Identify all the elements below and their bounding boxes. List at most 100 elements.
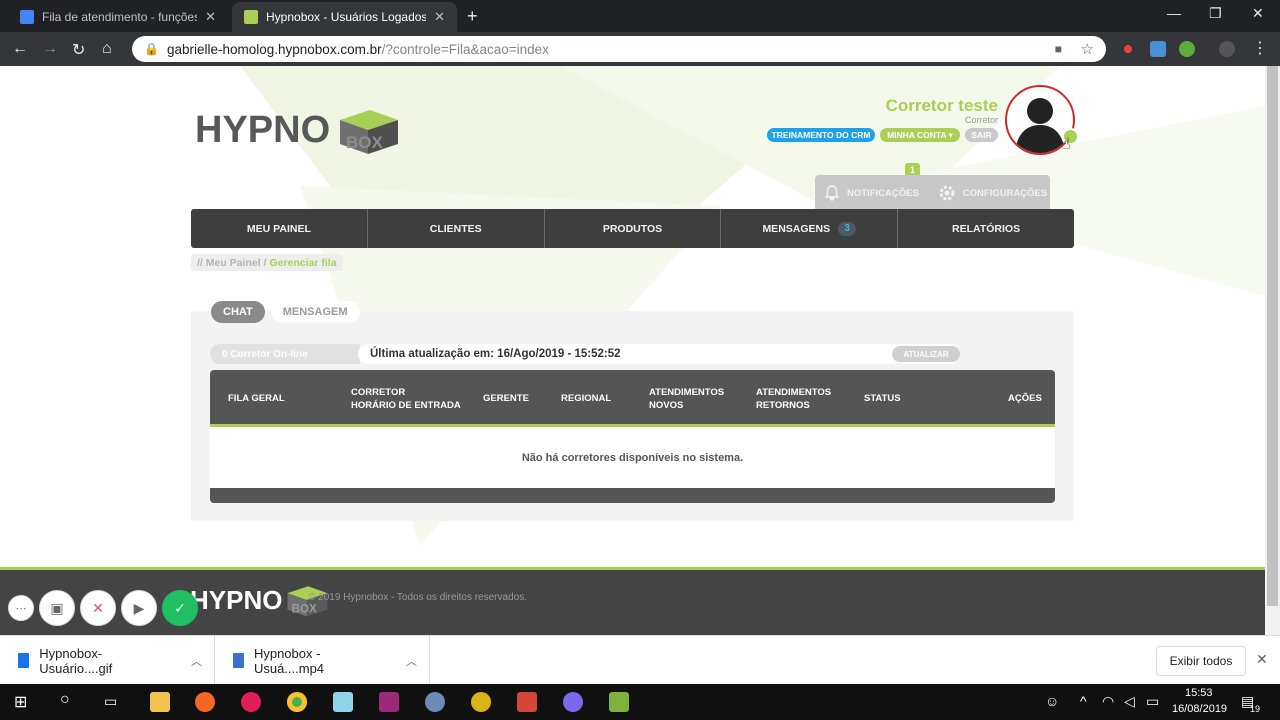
notifications-button[interactable]: NOTIFICAÇÕES: [823, 184, 919, 202]
column-header[interactable]: STATUS: [864, 370, 901, 427]
keyboard-icon[interactable]: ▭: [1146, 693, 1159, 710]
download-item[interactable]: Hypnobox-Usuário....gif ︿: [0, 636, 215, 685]
column-header[interactable]: FILA GERAL: [228, 370, 285, 427]
chevron-up-icon[interactable]: ︿: [191, 653, 202, 669]
people-icon[interactable]: ☺: [1045, 693, 1059, 709]
column-header[interactable]: ATENDIMENTOS NOVOS: [649, 370, 724, 427]
tab-title: Fila de atendimento - funções m: [42, 10, 198, 24]
nav-item-clientes[interactable]: CLIENTES: [368, 209, 545, 248]
bookmark-star-icon[interactable]: ☆: [1081, 40, 1094, 58]
column-header[interactable]: REGIONAL: [561, 370, 611, 427]
file-icon: [18, 653, 30, 668]
nav-label: MEU PAINEL: [246, 222, 311, 235]
close-tab-icon[interactable]: ✕: [205, 9, 216, 25]
winrar-icon[interactable]: [379, 692, 399, 712]
scrollbar-thumb[interactable]: [1267, 66, 1278, 606]
column-header[interactable]: AÇÕES: [1008, 370, 1042, 427]
minimize-icon[interactable]: —: [1167, 5, 1181, 21]
svg-text:BOX: BOX: [292, 602, 317, 615]
app-icon[interactable]: [471, 692, 491, 712]
tab-chat[interactable]: CHAT: [211, 301, 265, 323]
refresh-button[interactable]: ATUALIZAR: [892, 346, 960, 362]
chrome-icon[interactable]: [287, 692, 307, 712]
volume-icon[interactable]: ◁: [1124, 693, 1135, 710]
app-icon[interactable]: [195, 692, 215, 712]
recorder-pause-button[interactable]: ▶: [121, 590, 157, 626]
lock-icon: 🔒: [144, 42, 159, 56]
wifi-icon[interactable]: ◠: [1102, 693, 1114, 710]
chevron-up-icon[interactable]: ︿: [406, 653, 417, 669]
page-scrollbar[interactable]: [1265, 66, 1280, 635]
breadcrumb: // Meu Painel / Gerenciar fila: [191, 254, 343, 271]
hypnobox-favicon-icon: [244, 10, 258, 24]
app-icon[interactable]: [425, 692, 445, 712]
close-download-bar-icon[interactable]: ✕: [1256, 651, 1268, 668]
task-view-icon[interactable]: ▭: [104, 693, 117, 710]
url-path: /?controle=Fila&acao=index: [381, 41, 549, 57]
clock-date[interactable]: 16/08/2019: [1172, 703, 1227, 715]
profile-icon[interactable]: [1219, 41, 1235, 57]
nav-item-mensagens[interactable]: MENSAGENS 3: [721, 209, 899, 248]
home-icon[interactable]: ⌂: [102, 40, 112, 58]
clock-time[interactable]: 15:53: [1185, 687, 1213, 699]
maximize-icon[interactable]: ❐: [1209, 5, 1222, 22]
tab-title: Hypnobox - Usuários Logados: [266, 10, 427, 24]
breadcrumb-current: Gerenciar fila: [269, 256, 337, 269]
training-link[interactable]: TREINAMENTO DO CRM: [767, 128, 875, 142]
column-header[interactable]: GERENTE: [483, 370, 529, 427]
file-icon: [233, 653, 244, 668]
windows-start-icon[interactable]: ⊞: [14, 692, 27, 712]
browser-tab-fila[interactable]: Fila de atendimento - funções m ✕: [8, 2, 228, 32]
user-role: Corretor: [964, 115, 998, 125]
chevron-up-icon[interactable]: ^: [1080, 693, 1087, 709]
new-tab-icon[interactable]: +: [467, 6, 478, 27]
recorder-more-button[interactable]: ⋯: [8, 595, 34, 621]
logout-link[interactable]: SAIR: [965, 128, 998, 142]
recorder-webcam-button[interactable]: ▣: [39, 590, 75, 626]
download-item[interactable]: Hypnobox - Usuá....mp4 ︿: [215, 636, 430, 685]
back-icon[interactable]: ←: [12, 40, 28, 58]
notifications-label: NOTIFICAÇÕES: [847, 187, 919, 199]
camera-icon[interactable]: ■: [1055, 42, 1062, 56]
nav-item-relatorios[interactable]: RELATÓRIOS: [898, 209, 1074, 248]
breadcrumb-root-link[interactable]: // Meu Painel /: [197, 257, 266, 269]
gmail-icon[interactable]: [517, 692, 537, 712]
nav-item-produtos[interactable]: PRODUTOS: [545, 209, 722, 248]
tab-mensagem[interactable]: MENSAGEM: [270, 301, 360, 323]
extension-icon[interactable]: [1150, 41, 1166, 57]
column-header[interactable]: CORRETOR HORÁRIO DE ENTRADA: [351, 370, 461, 427]
reload-icon[interactable]: ↻: [72, 40, 85, 60]
main-nav: MEU PAINEL CLIENTES PRODUTOS MENSAGENS 3 …: [191, 209, 1074, 248]
address-bar[interactable]: 🔒 gabrielle-homolog.hypnobox.com.br/?con…: [132, 36, 1106, 62]
record-indicator-icon: [1124, 45, 1132, 53]
action-center-count: 19: [1250, 704, 1261, 714]
close-tab-icon[interactable]: ✕: [434, 9, 445, 25]
browser-tab-hypnobox[interactable]: Hypnobox - Usuários Logados ✕: [232, 2, 457, 32]
app-icon[interactable]: [563, 692, 583, 712]
svg-text:BOX: BOX: [346, 133, 384, 152]
show-all-downloads-button[interactable]: Exibir todos: [1156, 646, 1246, 676]
slack-icon[interactable]: [241, 692, 261, 712]
user-name: Corretor teste: [885, 96, 998, 115]
app-icon[interactable]: [609, 692, 629, 712]
windows-taskbar: ⊞ ○ ▭ ☺ ^ ◠ ◁ ▭ 15:53 16/08/2019 ▤ 19: [0, 684, 1280, 720]
logo-text: HYPNO: [195, 108, 331, 151]
menu-kebab-icon[interactable]: ⋮: [1252, 38, 1268, 58]
recorder-finish-button[interactable]: ✓: [162, 590, 198, 626]
extension-gear-icon[interactable]: [1179, 41, 1195, 57]
nav-item-meu-painel[interactable]: MEU PAINEL: [191, 209, 368, 248]
forward-icon[interactable]: →: [42, 40, 58, 58]
file-explorer-icon[interactable]: [150, 692, 170, 712]
queue-table: FILA GERAL CORRETOR HORÁRIO DE ENTRADA GE…: [210, 370, 1055, 503]
window-close-icon[interactable]: ✕: [1252, 5, 1264, 22]
recorder-cancel-button[interactable]: ✕: [80, 590, 116, 626]
google-docs-icon: [20, 10, 34, 24]
download-bar: Hypnobox-Usuário....gif ︿ Hypnobox - Usu…: [0, 635, 1280, 685]
settings-button[interactable]: CONFIGURAÇÕES: [937, 183, 1047, 203]
column-header[interactable]: ATENDIMENTOS RETORNOS: [756, 370, 831, 427]
my-account-dropdown[interactable]: MINHA CONTA ▾: [880, 128, 960, 142]
hypnobox-logo[interactable]: HYPNO BOX: [195, 104, 402, 156]
download-filename: Hypnobox - Usuá....mp4: [253, 645, 325, 676]
search-icon[interactable]: ○: [60, 691, 70, 709]
app-icon[interactable]: [333, 692, 353, 712]
